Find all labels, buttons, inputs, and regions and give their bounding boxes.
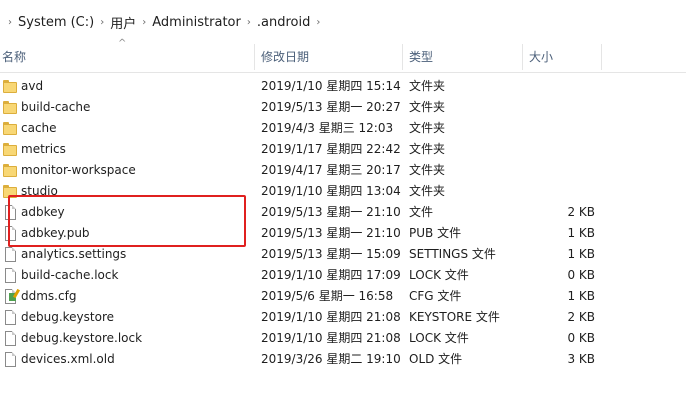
file-size: 0 KB [567,268,595,282]
breadcrumb-system-drive[interactable]: System (C:) [18,15,94,30]
file-type: LOCK 文件 [409,268,469,282]
file-icon [3,268,17,283]
file-type: SETTINGS 文件 [409,247,496,261]
file-row[interactable]: monitor-workspace 2019/4/17 星期三 20:17 文件夹 [0,160,686,181]
file-name: avd [21,79,44,93]
file-date-modified: 2019/5/6 星期一 16:58 [261,289,394,303]
file-icon [3,352,17,367]
file-type: OLD 文件 [409,352,463,366]
file-size: 1 KB [567,289,595,303]
file-name: ddms.cfg [21,289,77,303]
file-size: 0 KB [567,331,595,345]
highlight-box [8,195,246,247]
file-icon [3,310,17,325]
file-name: analytics.settings [21,247,127,261]
column-divider[interactable] [402,44,403,70]
file-date-modified: 2019/5/13 星期一 21:10 [261,205,401,219]
file-date-modified: 2019/4/3 星期三 12:03 [261,121,394,135]
file-row[interactable]: devices.xml.old 2019/3/26 星期二 19:10 OLD 文件… [0,349,686,370]
file-row[interactable]: ddms.cfg 2019/5/6 星期一 16:58 CFG 文件 1 KB [0,286,686,307]
file-name: metrics [21,142,66,156]
file-row[interactable]: build-cache.lock 2019/1/10 星期四 17:09 LOCK … [0,265,686,286]
file-type: 文件夹 [409,79,446,93]
file-icon [3,331,17,346]
file-name: debug.keystore.lock [21,331,143,345]
file-row[interactable]: debug.keystore 2019/1/10 星期四 21:08 KEYSTOR… [0,307,686,328]
file-icon [3,247,17,262]
file-size: 2 KB [567,310,595,324]
file-name: cache [21,121,57,135]
folder-icon [3,100,17,115]
file-date-modified: 2019/1/10 星期四 13:04 [261,184,401,198]
folder-icon [3,163,17,178]
file-row[interactable]: metrics 2019/1/17 星期四 22:42 文件夹 [0,139,686,160]
file-size: 1 KB [567,247,595,261]
column-header-row: ^ 名称 修改日期 类型 大小 [0,38,686,73]
file-row[interactable]: analytics.settings 2019/5/13 星期一 15:09 SET… [0,244,686,265]
sort-ascending-icon: ^ [118,38,127,49]
folder-icon [3,121,17,136]
column-divider[interactable] [522,44,523,70]
file-row[interactable]: cache 2019/4/3 星期三 12:03 文件夹 [0,118,686,139]
file-date-modified: 2019/1/10 星期四 21:08 [261,310,401,324]
file-date-modified: 2019/5/13 星期一 21:10 [261,226,401,240]
file-type: 文件夹 [409,163,446,177]
file-date-modified: 2019/4/17 星期三 20:17 [261,163,401,177]
file-date-modified: 2019/1/10 星期四 15:14 [261,79,401,93]
chevron-right-icon[interactable]: › [8,17,12,28]
chevron-right-icon[interactable]: › [100,17,104,28]
column-divider[interactable] [601,44,602,70]
chevron-right-icon[interactable]: › [142,17,146,28]
cfg-file-icon [3,288,21,304]
file-type: 文件 [409,205,434,219]
file-name: devices.xml.old [21,352,115,366]
file-date-modified: 2019/1/10 星期四 21:08 [261,331,401,345]
folder-icon [3,142,17,157]
file-name: build-cache.lock [21,268,119,282]
file-date-modified: 2019/3/26 星期二 19:10 [261,352,401,366]
file-size: 1 KB [567,226,595,240]
file-type: 文件夹 [409,184,446,198]
column-header-size[interactable]: 大小 [529,42,553,72]
file-type: LOCK 文件 [409,331,469,345]
column-header-name[interactable]: 名称 [2,42,26,72]
chevron-right-icon[interactable]: › [316,17,320,28]
file-row[interactable]: avd 2019/1/10 星期四 15:14 文件夹 [0,76,686,97]
file-name: debug.keystore [21,310,115,324]
breadcrumb-administrator[interactable]: Administrator [152,15,241,30]
file-name: monitor-workspace [21,163,136,177]
file-row[interactable]: build-cache 2019/5/13 星期一 20:27 文件夹 [0,97,686,118]
file-size: 2 KB [567,205,595,219]
breadcrumb: › System (C:) › 用户 › Administrator › .an… [0,8,686,36]
file-date-modified: 2019/5/13 星期一 20:27 [261,100,401,114]
chevron-right-icon[interactable]: › [247,17,251,28]
file-name: build-cache [21,100,91,114]
file-row[interactable]: debug.keystore.lock 2019/1/10 星期四 21:08 LO… [0,328,686,349]
folder-icon [3,79,17,94]
file-type: CFG 文件 [409,289,462,303]
column-divider[interactable] [254,44,255,70]
file-type: 文件夹 [409,100,446,114]
file-date-modified: 2019/5/13 星期一 15:09 [261,247,401,261]
column-header-type[interactable]: 类型 [409,42,433,72]
file-type: 文件夹 [409,142,446,156]
file-type: PUB 文件 [409,226,462,240]
file-size: 3 KB [567,352,595,366]
file-type: KEYSTORE 文件 [409,310,500,324]
breadcrumb-android[interactable]: .android [257,15,310,30]
file-type: 文件夹 [409,121,446,135]
file-date-modified: 2019/1/17 星期四 22:42 [261,142,401,156]
breadcrumb-users[interactable]: 用户 [110,13,136,32]
file-date-modified: 2019/1/10 星期四 17:09 [261,268,401,282]
column-header-date[interactable]: 修改日期 [261,42,309,72]
